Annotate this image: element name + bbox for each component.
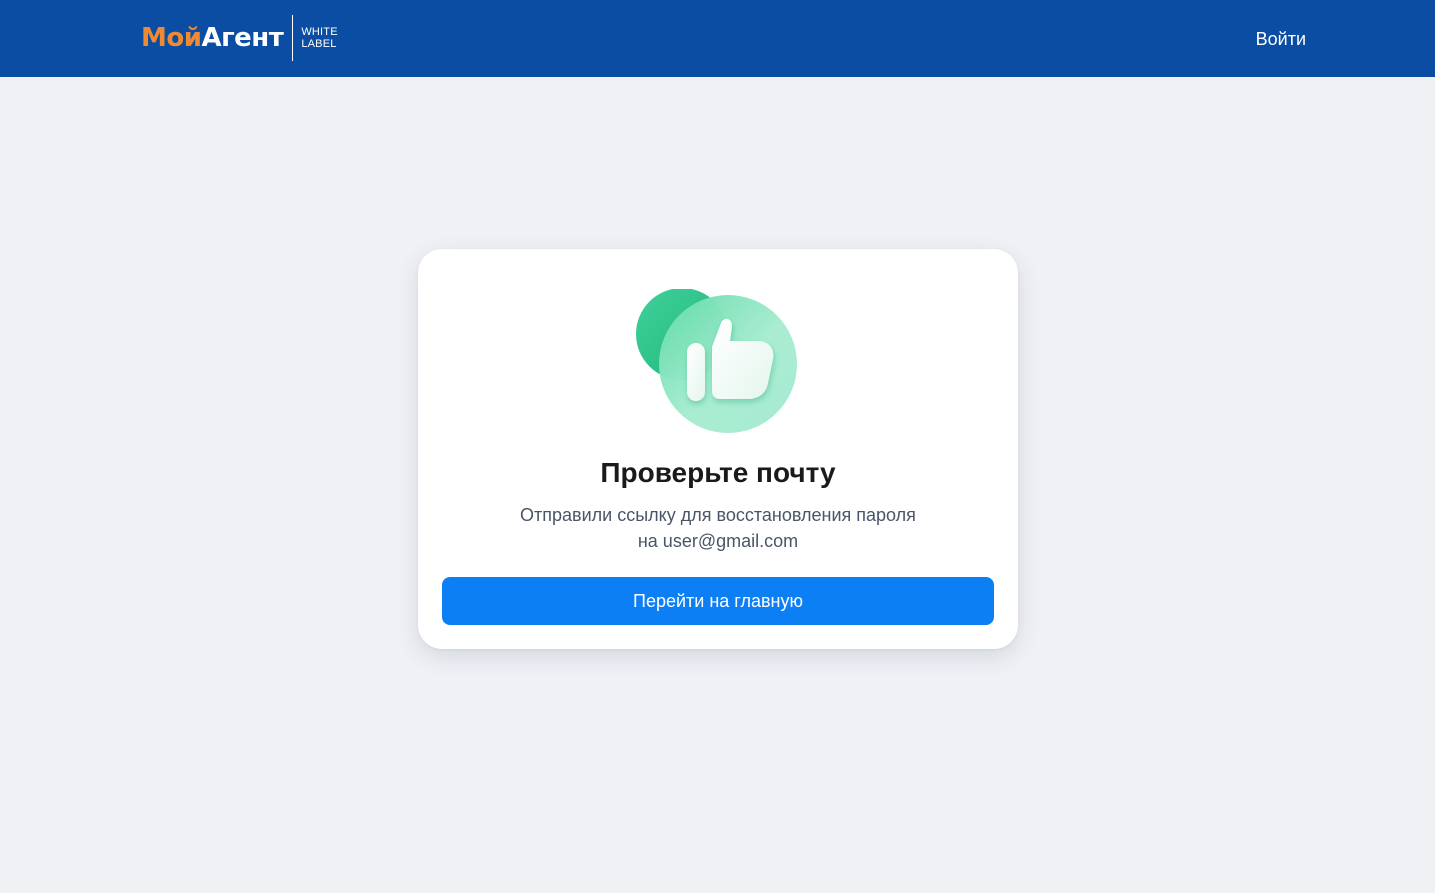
logo-divider [292, 15, 294, 61]
logo-tagline: WHITE LABEL [301, 26, 337, 50]
logo-tagline-line1: WHITE [301, 26, 338, 38]
card-message-line2: на user@gmail.com [637, 531, 799, 551]
logo-tagline-line2: LABEL [301, 38, 337, 50]
go-home-button[interactable]: Перейти на главную [442, 577, 994, 625]
card-message: Отправили ссылку для восстановления паро… [418, 502, 1018, 554]
logo-text-agent: Агент [201, 23, 284, 53]
thumbs-up-icon [636, 289, 797, 433]
logo-text-moy: Мой [141, 23, 202, 53]
card-message-line1: Отправили ссылку для восстановления паро… [520, 505, 916, 525]
card-title: Проверьте почту [600, 457, 836, 488]
top-header: Мой Агент WHITE LABEL Войти [0, 0, 1435, 77]
login-link[interactable]: Войти [1256, 27, 1306, 51]
logo[interactable]: Мой Агент WHITE LABEL [141, 15, 338, 61]
check-email-card: Проверьте почту Отправили ссылку для вос… [418, 249, 1018, 649]
